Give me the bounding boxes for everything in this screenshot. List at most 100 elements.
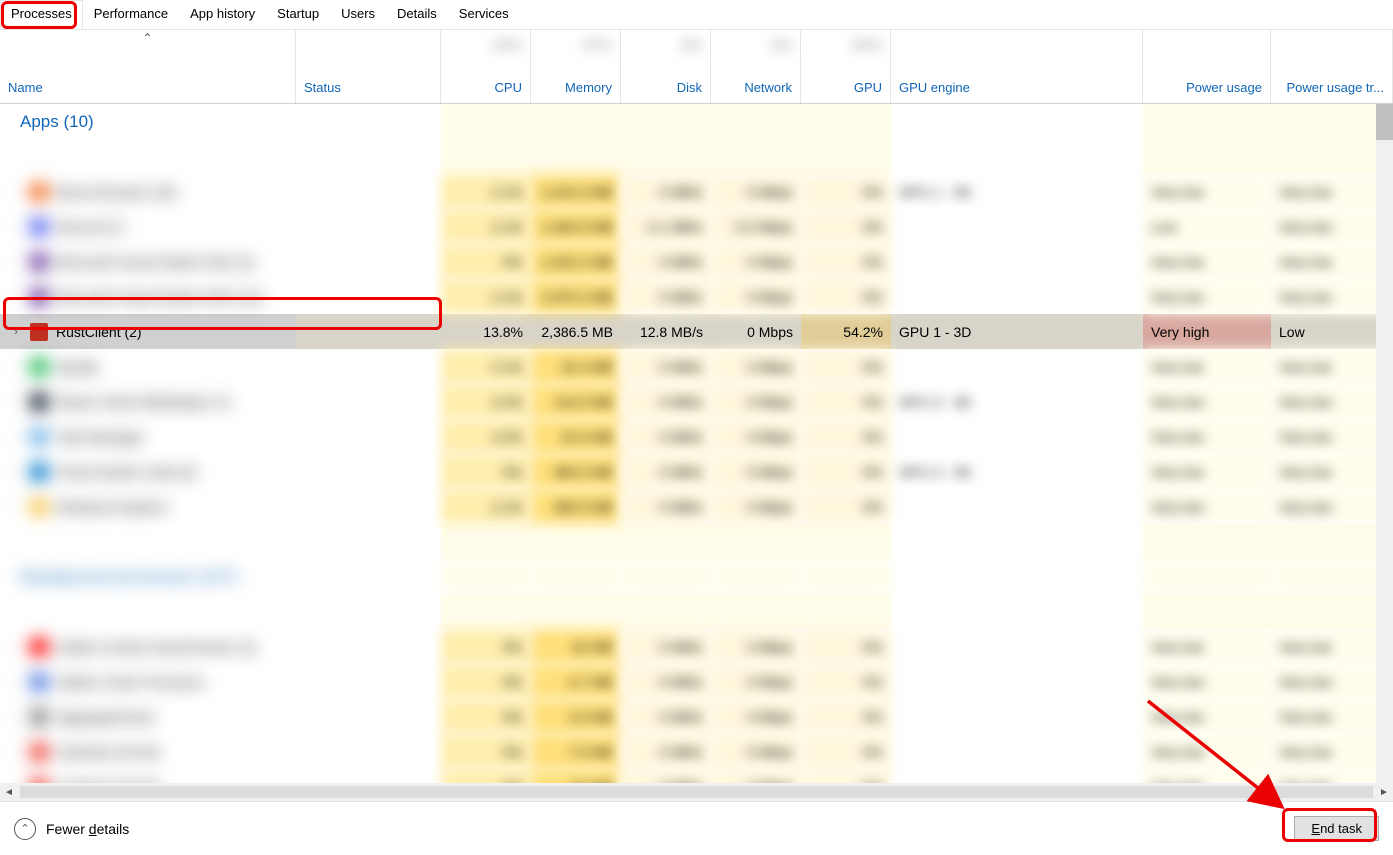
expander-icon[interactable]: ›	[10, 291, 22, 303]
name-cell: › AggregatorHost	[0, 699, 296, 734]
cell: GPU 1 - 3D	[891, 174, 1143, 209]
cell	[0, 524, 296, 559]
expander-icon[interactable]: ›	[10, 186, 22, 198]
process-name: Task Manager	[56, 429, 144, 445]
table-row[interactable]: ›Microsoft Visual Studio 2022 (13)2.1%2,…	[0, 279, 1393, 314]
expander-icon[interactable]: ›	[10, 396, 22, 408]
cell	[531, 524, 621, 559]
process-name: Windows Explorer	[56, 499, 169, 515]
cell: 0.1 MB/s	[621, 209, 711, 244]
table-row-selected[interactable]: ›RustClient (2)13.8%2,386.5 MB12.8 MB/s0…	[0, 314, 1393, 349]
col-memory[interactable]: 37%Memory	[531, 29, 621, 103]
cell	[296, 314, 441, 349]
table-row[interactable]: ›Spotify2.1%32.4 MB0 MB/s0 Mbps0%Very lo…	[0, 349, 1393, 384]
cell	[801, 139, 891, 174]
cell	[1143, 559, 1271, 594]
tab-processes[interactable]: Processes	[0, 0, 83, 29]
cell	[531, 139, 621, 174]
cell: Very high	[1143, 314, 1271, 349]
cell: Very low	[1271, 454, 1393, 489]
tab-users[interactable]: Users	[330, 0, 386, 29]
name-cell: ›AnyDesk (32 bit)	[0, 734, 296, 769]
table-row[interactable]: ›Brave Browser (18)2.1%1,010.3 MB0 MB/s0…	[0, 174, 1393, 209]
col-power[interactable]: Power usage	[1143, 29, 1271, 103]
cell: 54.2%	[801, 314, 891, 349]
name-cell: ›Adobe Content Synchronizer (2)	[0, 629, 296, 664]
expander-icon[interactable]: ›	[10, 641, 22, 653]
cell: 0%	[441, 734, 531, 769]
table-row[interactable]: ›Visual Studio Code (8)0%480.0 MB0 MB/s0…	[0, 454, 1393, 489]
cell: 0 MB/s	[621, 244, 711, 279]
sort-caret-icon: ⌃	[142, 31, 152, 45]
cell: GPU 3 - 3D	[891, 384, 1143, 419]
col-name[interactable]: ⌃ Name	[0, 29, 296, 103]
expander-icon[interactable]: ›	[10, 466, 22, 478]
expander-icon[interactable]: ›	[10, 326, 22, 338]
end-task-button[interactable]: End task	[1294, 816, 1379, 841]
col-gpu-engine[interactable]: GPU engine	[891, 29, 1143, 103]
col-power-trend[interactable]: Power usage tr...	[1271, 29, 1393, 103]
col-cpu[interactable]: 23%CPU	[441, 29, 531, 103]
expander-icon[interactable]: ›	[10, 676, 22, 688]
process-name: RustClient (2)	[56, 324, 142, 340]
expander-icon[interactable]: ›	[10, 711, 22, 723]
expander-icon[interactable]: ›	[10, 221, 22, 233]
expander-icon[interactable]: ›	[10, 746, 22, 758]
tab-performance[interactable]: Performance	[83, 0, 179, 29]
cell: 0%	[441, 664, 531, 699]
cell	[891, 559, 1143, 594]
table-row[interactable]: ›Microsoft Visual Studio 2022 (4)0%1,022…	[0, 244, 1393, 279]
tab-details[interactable]: Details	[386, 0, 448, 29]
scroll-left-icon[interactable]: ◄	[0, 783, 18, 801]
cell	[296, 699, 441, 734]
expander-icon[interactable]: ›	[10, 501, 22, 513]
table-row[interactable]: ›AnyDesk (32 bit)0%7.0 MB0 MB/s0 Mbps0%V…	[0, 734, 1393, 769]
process-name: Spotify	[56, 359, 99, 375]
cell: 0%	[441, 244, 531, 279]
table-row[interactable]: ›Adobe Crash Processor0%4.7 MB0 MB/s0 Mb…	[0, 664, 1393, 699]
horizontal-scrollbar[interactable]: ◄ ►	[0, 783, 1393, 801]
cell	[801, 524, 891, 559]
expander-icon[interactable]: ›	[10, 431, 22, 443]
cell: Very low	[1271, 629, 1393, 664]
scroll-right-icon[interactable]: ►	[1375, 783, 1393, 801]
expander-icon[interactable]: ›	[10, 256, 22, 268]
col-status[interactable]: Status	[296, 29, 441, 103]
expander-icon[interactable]: ›	[10, 361, 22, 373]
cell	[296, 594, 441, 629]
table-row[interactable]: ›AggregatorHost0%3.0 MB0 MB/s0 Mbps0%Ver…	[0, 699, 1393, 734]
col-disk[interactable]: 2%Disk	[621, 29, 711, 103]
cell: 2.1%	[441, 279, 531, 314]
scroll-thumb[interactable]	[1376, 104, 1393, 140]
vertical-scrollbar[interactable]	[1376, 104, 1393, 783]
cell: Very low	[1271, 384, 1393, 419]
col-gpu[interactable]: 54%GPU	[801, 29, 891, 103]
cell	[531, 104, 621, 139]
tab-app-history[interactable]: App history	[179, 0, 266, 29]
tab-startup[interactable]: Startup	[266, 0, 330, 29]
process-name: AggregatorHost	[56, 709, 154, 725]
cell	[1271, 139, 1393, 174]
table-row[interactable]: ›Adobe Content Synchronizer (2)0%62 MB0 …	[0, 629, 1393, 664]
cell	[296, 209, 441, 244]
cell: Low	[1143, 209, 1271, 244]
scroll-track[interactable]	[20, 786, 1373, 798]
table-row[interactable]: ›Windows Explorer2.1%380.0 MB0 MB/s0 Mbp…	[0, 489, 1393, 524]
tab-services[interactable]: Services	[448, 0, 520, 29]
cell	[891, 349, 1143, 384]
cell	[531, 559, 621, 594]
cell: 2.2%	[441, 419, 531, 454]
process-grid[interactable]: Apps (10)›Brave Browser (18)2.1%1,010.3 …	[0, 104, 1393, 797]
table-row[interactable]: ›Steam Client WebHelper (7)2.2%114.0 MB0…	[0, 384, 1393, 419]
col-network[interactable]: 2%Network	[711, 29, 801, 103]
app-icon	[30, 323, 48, 341]
app-icon	[30, 428, 48, 446]
table-row[interactable]: ›Task Manager2.2%23.4 MB0 MB/s0 Mbps0%Ve…	[0, 419, 1393, 454]
table-row[interactable]: ›Discord (7)2.1%1,463.0 MB0.1 MB/s0.0 Mb…	[0, 209, 1393, 244]
fewer-details-link[interactable]: ⌃ Fewer details	[14, 818, 129, 840]
cell: Very low	[1143, 349, 1271, 384]
cell: Very low	[1143, 244, 1271, 279]
cell: 4.7 MB	[531, 664, 621, 699]
cell: 0 MB/s	[621, 734, 711, 769]
app-icon	[30, 393, 48, 411]
